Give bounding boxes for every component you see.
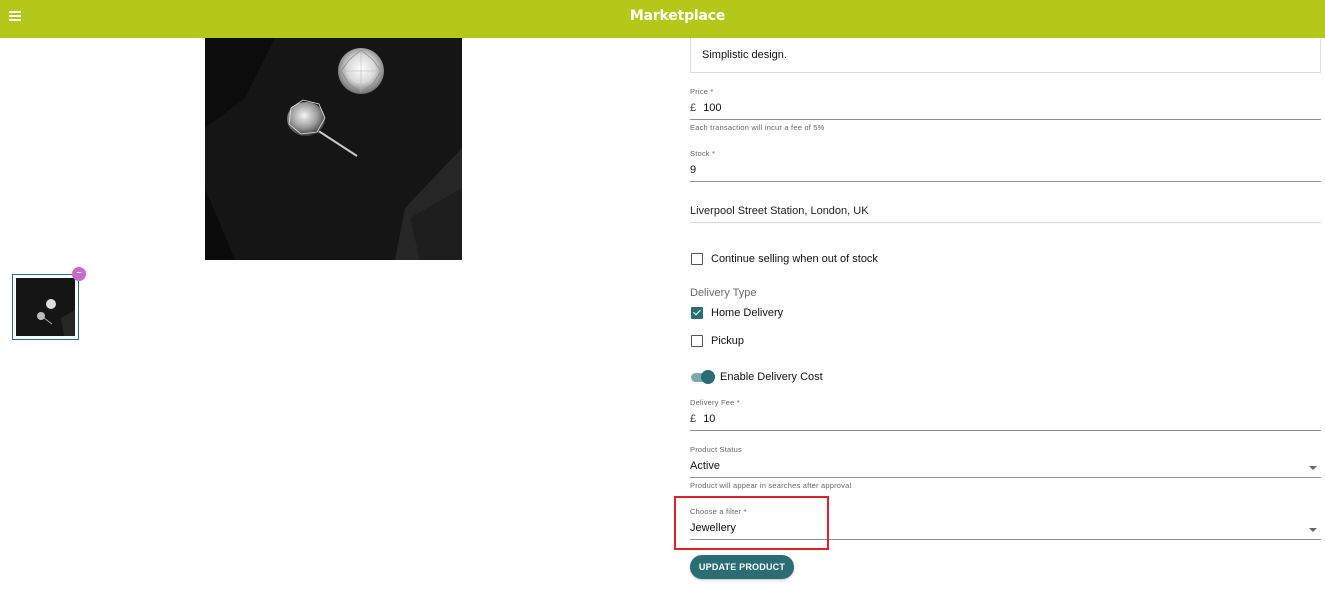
continue-selling-checkbox[interactable]: Continue selling when out of stock [691,252,878,266]
app-title: Marketplace [629,8,726,24]
product-status-select[interactable]: Product Status Active Product will appea… [690,445,1321,490]
home-delivery-label: Home Delivery [711,307,784,319]
description-field[interactable]: Simplistic design. [690,38,1321,73]
enable-delivery-cost-toggle[interactable]: Enable Delivery Cost [691,369,823,384]
description-value: Simplistic design. [702,49,787,61]
stock-field[interactable]: Stock * 9 [690,149,1321,182]
image-thumbnail[interactable] [12,274,79,340]
location-value: Liverpool Street Station, London, UK [690,205,869,217]
stock-value: 9 [690,164,697,176]
product-status-hint: Product will appear in searches after ap… [690,481,852,490]
location-field[interactable]: Liverpool Street Station, London, UK [690,199,1321,223]
price-input[interactable]: £ 100 [690,96,1321,120]
delivery-fee-input[interactable]: £ 10 [690,407,1321,431]
checkbox-checked-icon[interactable] [691,307,703,319]
product-status-value: Active [690,460,720,472]
dropdown-caret-icon[interactable] [1309,528,1317,532]
product-main-image [205,38,462,260]
pickup-label: Pickup [711,335,745,347]
currency-prefix: £ [690,102,697,114]
delivery-type-heading: Delivery Type [690,287,757,299]
stock-label: Stock * [690,149,716,158]
stock-input[interactable]: 9 [690,158,1321,182]
remove-image-icon[interactable]: − [72,267,86,281]
filter-select[interactable]: Choose a filter * Jewellery [690,507,1321,540]
pickup-checkbox[interactable]: Pickup [691,334,744,348]
checkbox-unchecked-icon[interactable] [691,335,703,347]
price-value: 100 [703,102,722,114]
delivery-fee-field[interactable]: Delivery Fee * £ 10 [690,398,1321,431]
update-product-button[interactable]: UPDATE PRODUCT [690,555,794,579]
price-field[interactable]: Price * £ 100 Each transaction will incu… [690,87,1321,132]
toggle-switch-icon[interactable] [691,369,715,384]
price-hint: Each transaction will incur a fee of 5% [690,123,825,132]
filter-dropdown[interactable]: Jewellery [690,516,1321,540]
home-delivery-checkbox[interactable]: Home Delivery [691,306,783,320]
delivery-fee-value: 10 [703,413,716,425]
filter-value: Jewellery [690,522,736,534]
delivery-fee-label: Delivery Fee * [690,398,740,407]
continue-selling-label: Continue selling when out of stock [711,253,878,265]
app-header: Marketplace [0,0,1325,38]
location-input[interactable]: Liverpool Street Station, London, UK [690,199,1321,223]
enable-delivery-cost-label: Enable Delivery Cost [720,371,823,383]
currency-prefix: £ [690,413,697,425]
product-status-dropdown[interactable]: Active [690,454,1321,478]
filter-label: Choose a filter * [690,507,747,516]
dropdown-caret-icon[interactable] [1309,466,1317,470]
checkbox-unchecked-icon[interactable] [691,253,703,265]
price-label: Price * [690,87,714,96]
product-status-label: Product Status [690,445,742,454]
